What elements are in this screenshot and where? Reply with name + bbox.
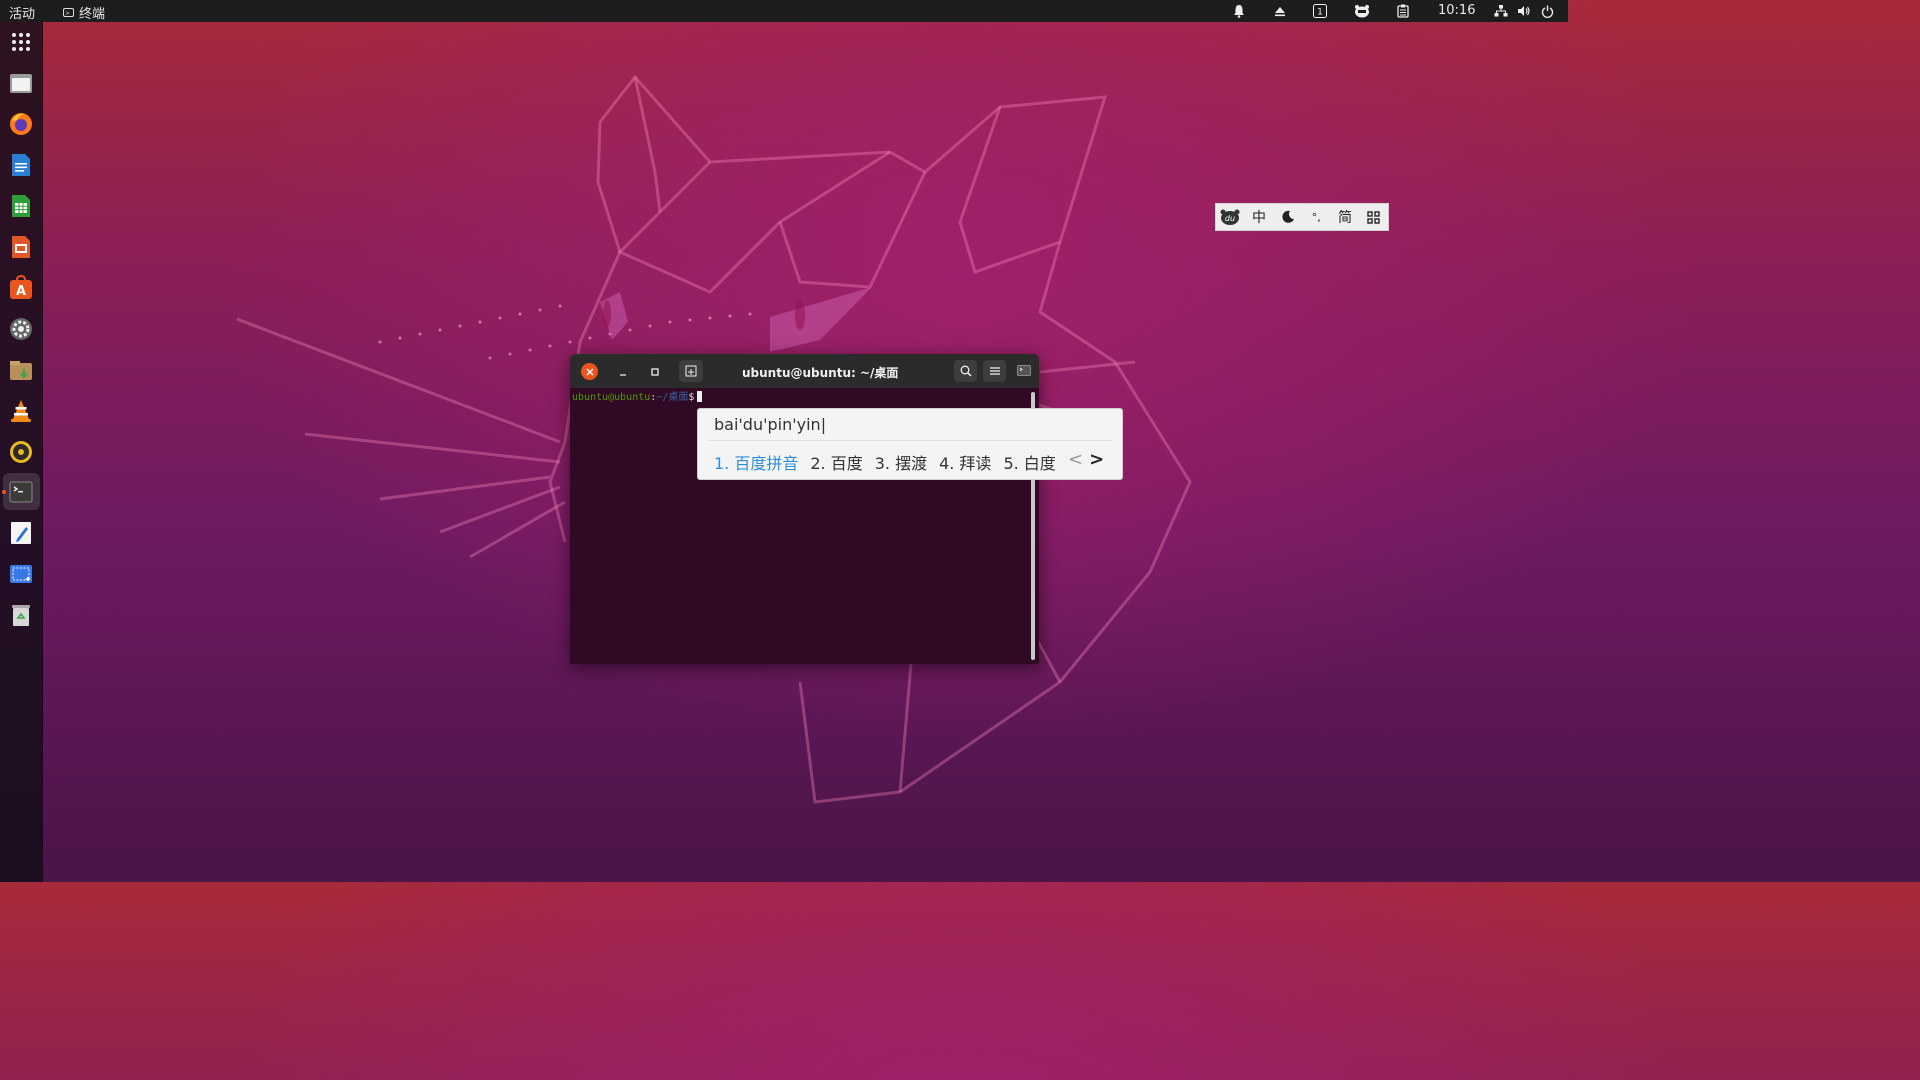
candidate-item[interactable]: 5. 白度 bbox=[1003, 450, 1055, 474]
search-button[interactable] bbox=[954, 360, 977, 382]
candidate-item[interactable]: 2. 百度 bbox=[810, 450, 862, 474]
terminal-app-icon: > bbox=[63, 8, 74, 17]
eject-icon[interactable] bbox=[1274, 0, 1286, 22]
fullwidth-moon-icon[interactable] bbox=[1277, 210, 1299, 224]
network-icon[interactable] bbox=[1494, 0, 1508, 22]
trash-icon[interactable] bbox=[8, 602, 34, 628]
candidate-divider bbox=[708, 440, 1112, 441]
settings-icon[interactable] bbox=[8, 316, 34, 342]
running-indicator bbox=[2, 490, 6, 494]
terminal-tab-icon[interactable] bbox=[1016, 362, 1032, 378]
ime-mode-toggle[interactable]: 中 bbox=[1248, 207, 1270, 227]
workspace-indicator-icon[interactable]: 1 bbox=[1313, 0, 1327, 22]
ime-logo-text: du bbox=[1225, 214, 1235, 223]
next-page-button[interactable]: > bbox=[1089, 449, 1104, 470]
new-tab-icon bbox=[685, 365, 697, 377]
ime-menu-grid-icon[interactable] bbox=[1363, 210, 1385, 224]
impress-icon[interactable] bbox=[8, 234, 34, 260]
baidu-ime-tray-icon[interactable] bbox=[1354, 0, 1370, 22]
close-icon bbox=[586, 368, 593, 375]
new-tab-button[interactable] bbox=[679, 360, 703, 382]
candidate-item[interactable]: 1. 百度拼音 bbox=[714, 450, 798, 474]
svg-text:1: 1 bbox=[1317, 8, 1323, 18]
notification-bell-icon[interactable] bbox=[1232, 0, 1246, 22]
text-editor-icon[interactable] bbox=[8, 520, 34, 546]
clipboard-icon[interactable] bbox=[1397, 0, 1409, 22]
volume-icon[interactable] bbox=[1517, 0, 1531, 22]
ime-punct-toggle[interactable]: °, bbox=[1305, 211, 1327, 224]
hamburger-menu-icon bbox=[989, 367, 1000, 375]
maximize-button[interactable] bbox=[646, 363, 663, 380]
ime-charset-toggle[interactable]: 简 bbox=[1334, 207, 1356, 227]
close-button[interactable] bbox=[581, 363, 598, 380]
candidate-item[interactable]: 4. 拜读 bbox=[939, 450, 991, 474]
firefox-icon[interactable] bbox=[8, 111, 34, 137]
svg-text:A: A bbox=[16, 284, 26, 299]
candidate-item[interactable]: 3. 摆渡 bbox=[875, 450, 927, 474]
terminal-icon[interactable] bbox=[8, 479, 34, 505]
calc-icon[interactable] bbox=[8, 193, 34, 219]
prompt-symbol: $ bbox=[688, 392, 695, 403]
screenshot-icon[interactable] bbox=[8, 561, 34, 587]
search-icon bbox=[960, 365, 972, 377]
terminal-window: ubuntu@ubuntu: ~/桌面 ubuntu@ubuntu:~/桌面$ bbox=[570, 354, 1039, 664]
shell-prompt: ubuntu@ubuntu:~/桌面$ bbox=[572, 388, 703, 403]
activities-button[interactable]: 活动 bbox=[9, 3, 35, 22]
rhythmbox-icon[interactable] bbox=[8, 439, 34, 465]
prompt-path: ~/桌面 bbox=[656, 392, 689, 403]
files-icon[interactable] bbox=[8, 70, 34, 96]
maximize-icon bbox=[650, 367, 659, 376]
software-icon[interactable]: A bbox=[8, 274, 34, 301]
ime-status-bar: du 中 °, 简 bbox=[1215, 203, 1389, 231]
ime-candidate-window: bai'du'pin'yin| 1. 百度拼音 2. 百度 3. 摆渡 4. 拜… bbox=[697, 408, 1123, 480]
text-cursor bbox=[697, 391, 703, 402]
prompt-user: ubuntu@ubuntu bbox=[572, 392, 651, 403]
candidate-pager: < > bbox=[1068, 449, 1104, 470]
candidate-list: 1. 百度拼音 2. 百度 3. 摆渡 4. 拜读 5. 白度 bbox=[714, 450, 1056, 474]
menu-button[interactable] bbox=[983, 360, 1006, 382]
app-menu[interactable]: > 终端 bbox=[63, 3, 105, 22]
dock: A bbox=[0, 22, 43, 882]
baidu-ime-logo-icon[interactable]: du bbox=[1219, 209, 1241, 225]
preedit-text: bai'du'pin'yin| bbox=[714, 415, 827, 434]
terminal-title: ubuntu@ubuntu: ~/桌面 bbox=[742, 366, 899, 380]
vlc-icon[interactable] bbox=[8, 398, 34, 424]
clock[interactable]: 10:16 bbox=[1438, 3, 1475, 18]
terminal-headerbar[interactable]: ubuntu@ubuntu: ~/桌面 bbox=[570, 354, 1039, 388]
power-icon[interactable] bbox=[1541, 0, 1554, 22]
writer-icon[interactable] bbox=[8, 152, 34, 178]
minimize-button[interactable] bbox=[614, 363, 631, 380]
show-apps-icon[interactable] bbox=[8, 29, 34, 55]
top-bar: 活动 > 终端 1 10:16 bbox=[0, 0, 1568, 22]
archive-manager-icon[interactable] bbox=[8, 357, 34, 383]
minimize-icon bbox=[619, 373, 626, 376]
app-menu-label: 终端 bbox=[79, 7, 106, 22]
prev-page-button[interactable]: < bbox=[1068, 449, 1083, 470]
